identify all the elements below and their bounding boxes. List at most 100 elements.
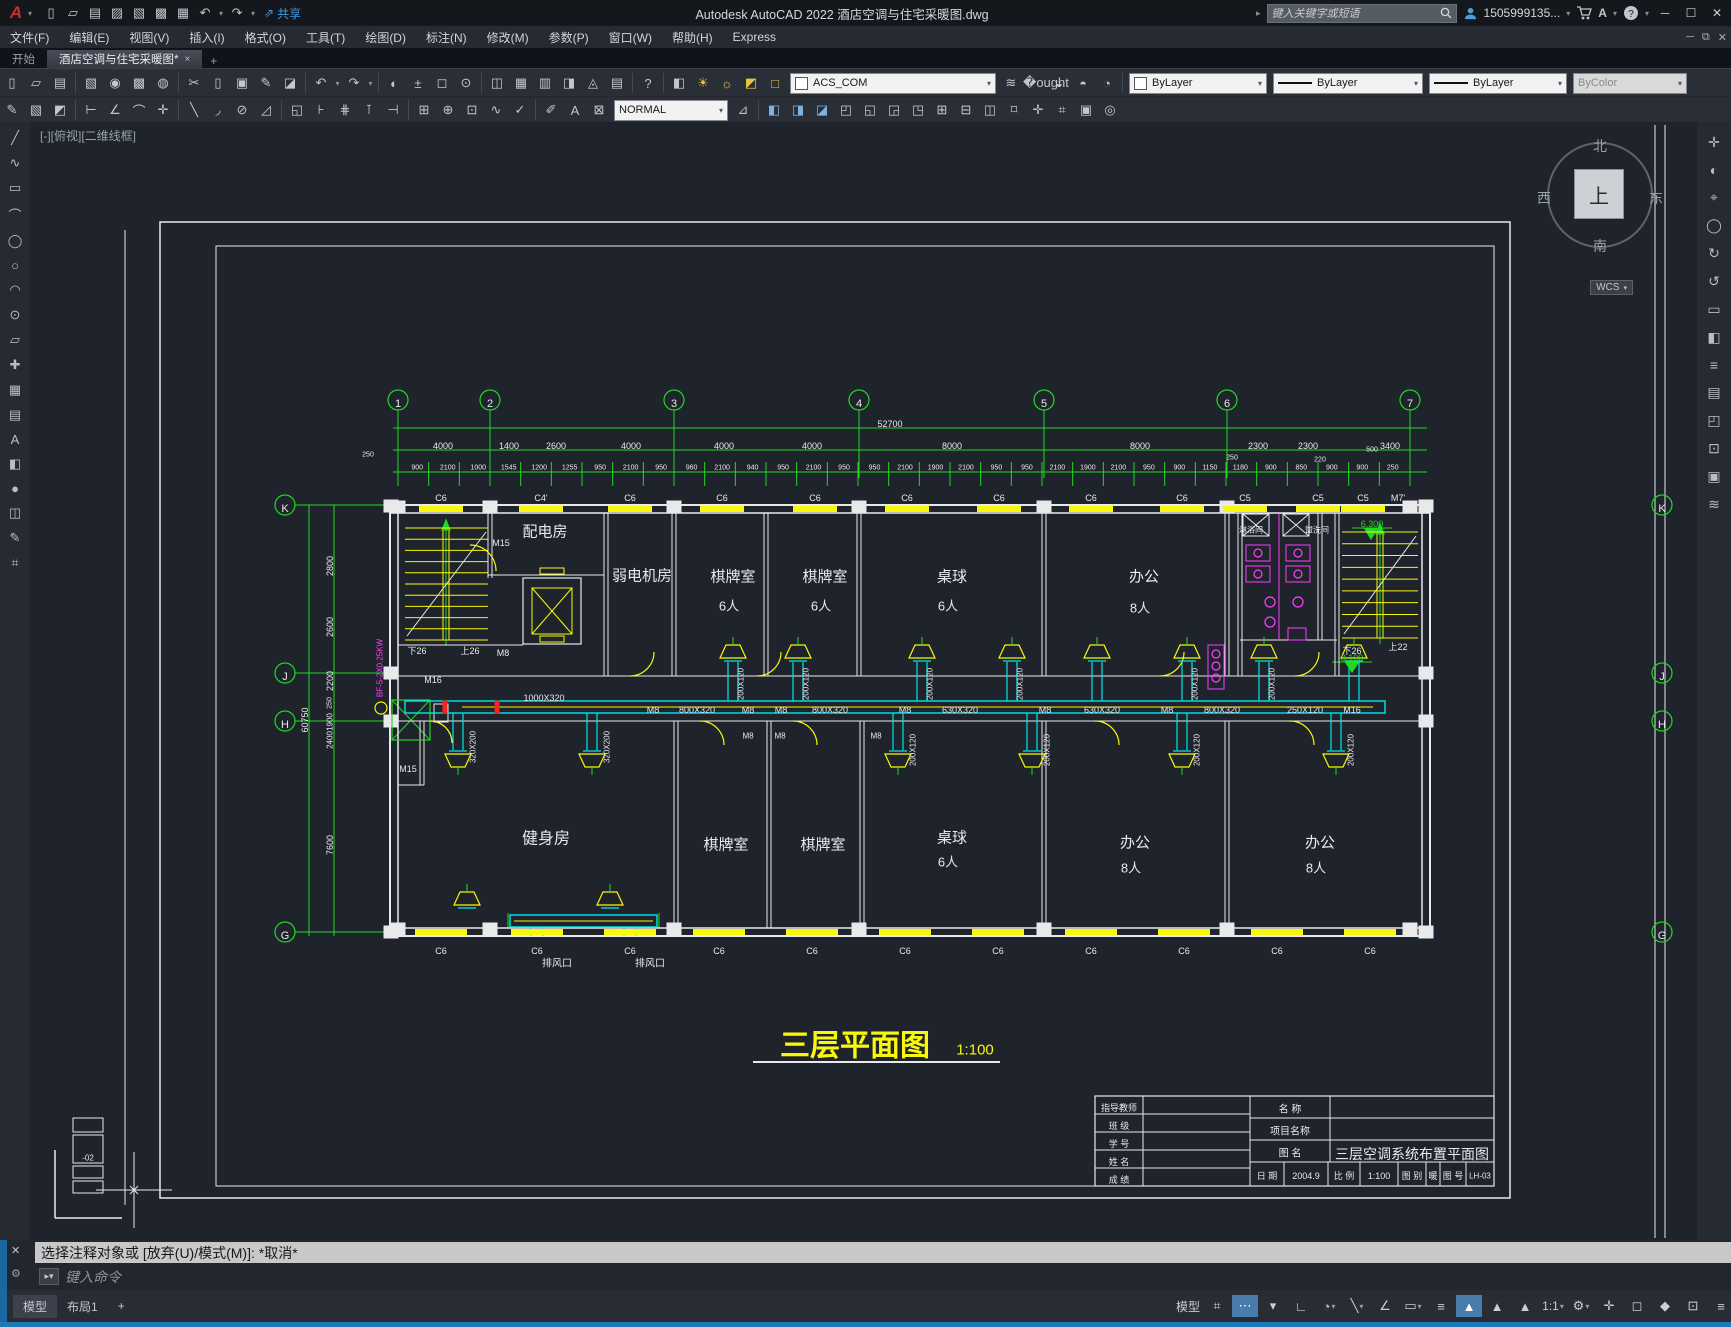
toolbar-icon[interactable]: ☀	[691, 75, 715, 91]
status-icon-3[interactable]: ▾	[1260, 1295, 1286, 1317]
toolbar-icon[interactable]: ▾	[333, 79, 342, 88]
toolbar-icon[interactable]: ⌑	[1002, 102, 1026, 118]
new-icon[interactable]: ▯	[40, 5, 62, 21]
viewcube-south[interactable]: 南	[1593, 236, 1607, 256]
nav-tool-icon[interactable]: ≋	[1708, 496, 1720, 513]
toolbar-icon[interactable]: ✛	[1026, 102, 1050, 118]
toolbar-icon[interactable]: ✎	[254, 75, 278, 91]
menu-item-8[interactable]: 修改(M)	[477, 26, 539, 48]
toolbar-select-bylayer[interactable]: ByLayer ▾	[1129, 72, 1267, 94]
toolbar-icon[interactable]: A	[563, 103, 587, 118]
toolbar-icon[interactable]: ?	[636, 76, 660, 91]
account-name[interactable]: 1505999135...	[1484, 6, 1561, 20]
viewcube-north[interactable]: 北	[1593, 136, 1607, 156]
toolbar-icon[interactable]: ◫	[485, 75, 509, 91]
status-icon-16[interactable]: ◻	[1624, 1295, 1650, 1317]
toolbar-icon[interactable]: ±	[406, 76, 430, 91]
minimize-button[interactable]: ─	[1655, 6, 1675, 20]
status-icon-7[interactable]: ∠	[1372, 1295, 1398, 1317]
toolbar-icon[interactable]: ⋕	[333, 102, 357, 118]
draw-tool-icon[interactable]: ⌒	[8, 205, 21, 224]
nav-tool-icon[interactable]: ◐	[1710, 162, 1718, 178]
toolbar-select-normal[interactable]: NORMAL ▾	[614, 99, 728, 121]
menu-item-7[interactable]: 标注(N)	[416, 26, 477, 48]
floor-plan[interactable]: 900 2100 1000 1545 1200 1255 950 2100 950 960 2100…	[30, 122, 1697, 1240]
new-tab-button[interactable]: +	[202, 56, 225, 68]
command-close-icon[interactable]: ✕	[11, 1244, 20, 1257]
cart-icon[interactable]	[1576, 6, 1593, 20]
draw-tool-icon[interactable]: ✎	[10, 530, 21, 546]
status-icon-1[interactable]: ⌗	[1204, 1295, 1230, 1317]
status-icon-9[interactable]: ≡	[1428, 1295, 1454, 1317]
menu-item-4[interactable]: 格式(O)	[235, 26, 296, 48]
share-button[interactable]: ⇗ 共享	[264, 5, 301, 22]
nav-tool-icon[interactable]: ↻	[1708, 245, 1720, 262]
toolbar-icon[interactable]: ⊢	[79, 102, 103, 118]
tab-start[interactable]: 开始	[0, 50, 47, 68]
menu-item-5[interactable]: 工具(T)	[296, 26, 355, 48]
tab-close-icon[interactable]: ×	[184, 54, 190, 65]
toolbar-icon[interactable]: ▧	[79, 75, 103, 91]
toolbar-icon[interactable]: ▧	[24, 102, 48, 118]
toolbar-icon[interactable]: ◫	[978, 102, 1002, 118]
status-icon-2[interactable]: ⋯	[1232, 1295, 1258, 1317]
toolbar-icon[interactable]: ✂	[182, 75, 206, 91]
toolbar-icon[interactable]: ◳	[906, 102, 930, 118]
draw-tool-icon[interactable]: ⊙	[10, 307, 21, 323]
autodesk-app-icon[interactable]: A	[1598, 6, 1607, 20]
nav-tool-icon[interactable]: ◯	[1706, 217, 1722, 234]
account-caret-icon[interactable]: ▾	[1566, 9, 1570, 18]
toolbar-icon[interactable]: ▱	[24, 75, 48, 91]
toolbar-icon[interactable]: ⊺	[357, 102, 381, 118]
menu-item-2[interactable]: 视图(V)	[119, 26, 179, 48]
toolbar-icon[interactable]: ⊘	[230, 102, 254, 118]
status-icon-5[interactable]: ◔ ▾	[1316, 1295, 1342, 1317]
draw-tool-icon[interactable]: A	[11, 432, 20, 447]
toolbar-icon[interactable]: ◬	[581, 75, 605, 91]
toolbar-icon[interactable]: ◍	[151, 75, 175, 91]
status-icon-15[interactable]: ✛	[1596, 1295, 1622, 1317]
status-icon-6[interactable]: ╲ ▾	[1344, 1295, 1370, 1317]
toolbar-icon[interactable]: ◿	[254, 102, 278, 118]
layout-tab-add[interactable]: +	[108, 1296, 135, 1316]
viewcube[interactable]: 北 西 东 南 上	[1537, 138, 1663, 254]
toolbar-icon[interactable]: ∿	[484, 102, 508, 118]
plot-icon[interactable]: ▧	[128, 5, 150, 21]
logo-caret-icon[interactable]: ▾	[28, 9, 32, 18]
toolbar-icon[interactable]: ◩	[48, 102, 72, 118]
draw-tool-icon[interactable]: ▱	[10, 332, 20, 348]
print-icon[interactable]: ▦	[172, 5, 194, 21]
toolbar-icon[interactable]: ◐	[382, 76, 406, 91]
search-icon[interactable]	[1440, 7, 1452, 19]
layout-tab-1[interactable]: 布局1	[57, 1295, 108, 1318]
toolbar-icon[interactable]: ⊦	[309, 102, 333, 118]
toolbar-icon[interactable]: ◒	[1047, 76, 1071, 91]
viewcube-west[interactable]: 西	[1537, 188, 1551, 208]
toolbar-icon[interactable]: ◻	[430, 75, 454, 91]
toolbar-icon[interactable]: ◓	[1071, 76, 1095, 91]
toolbar-icon[interactable]: ✎	[0, 102, 24, 118]
save-icon[interactable]: ▤	[84, 5, 106, 21]
toolbar-icon[interactable]: ▤	[605, 75, 629, 91]
help-icon[interactable]: ?	[1623, 5, 1639, 21]
toolbar-icon[interactable]: ▣	[230, 75, 254, 91]
toolbar-icon[interactable]: ⊞	[930, 102, 954, 118]
toolbar-icon[interactable]: ≋	[999, 75, 1023, 91]
toolbar-icon[interactable]: ╲	[182, 102, 206, 118]
toolbar-select-acs-com[interactable]: ACS_COM ▾	[790, 72, 996, 94]
nav-tool-icon[interactable]: ◰	[1707, 412, 1720, 429]
help-caret-icon[interactable]: ▾	[1645, 9, 1649, 18]
toolbar-icon[interactable]: ⊙	[454, 75, 478, 91]
nav-tool-icon[interactable]: ⊡	[1708, 440, 1720, 457]
toolbar-icon[interactable]: ⌒	[127, 101, 151, 120]
doc-restore-button[interactable]: ⧉	[1702, 31, 1710, 44]
command-customize-icon[interactable]: ⚙	[11, 1267, 21, 1280]
nav-tool-icon[interactable]: ⌖	[1710, 189, 1718, 206]
status-icon-13[interactable]: 1:1 ▾	[1540, 1295, 1566, 1317]
menu-item-1[interactable]: 编辑(E)	[59, 26, 119, 48]
toolbar-icon[interactable]: ✓	[508, 102, 532, 118]
toolbar-icon[interactable]: ▦	[509, 75, 533, 91]
draw-tool-icon[interactable]: ∿	[10, 155, 21, 171]
toolbar-icon[interactable]: ◧	[762, 102, 786, 118]
toolbar-icon[interactable]: ▥	[533, 75, 557, 91]
